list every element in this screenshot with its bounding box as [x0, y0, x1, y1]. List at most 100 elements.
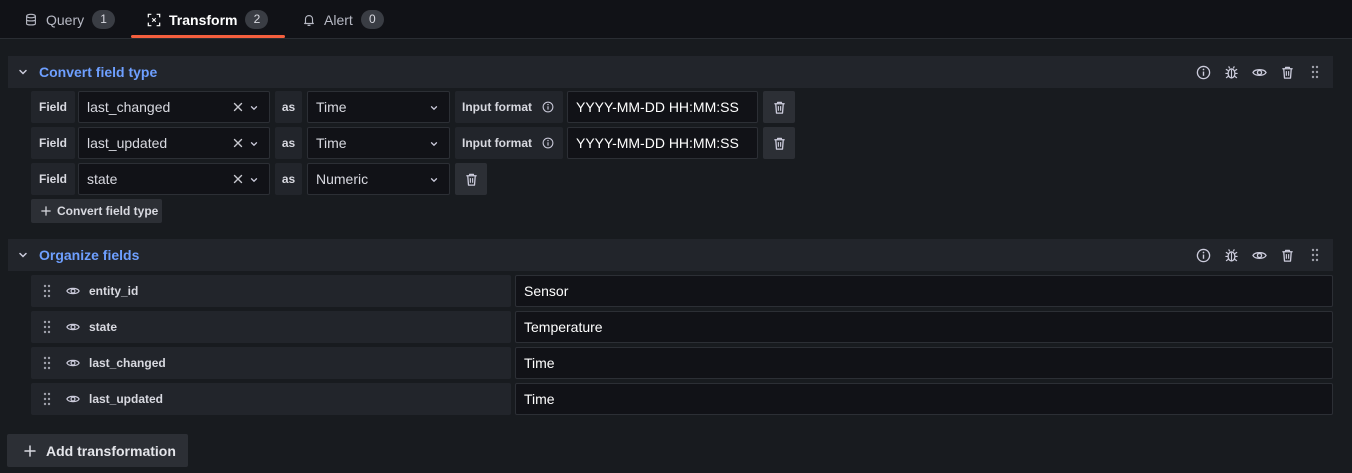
- field-name: state: [89, 320, 118, 334]
- eye-icon[interactable]: [66, 320, 80, 334]
- tab-transform[interactable]: Transform 2: [131, 0, 285, 39]
- chevron-down-icon[interactable]: [17, 249, 29, 261]
- tab-alert[interactable]: Alert 0: [302, 0, 384, 39]
- chevron-down-icon: [249, 175, 259, 185]
- add-convert-field-type-button[interactable]: Convert field type: [31, 199, 162, 223]
- rename-input[interactable]: Temperature: [515, 311, 1333, 343]
- delete-row-button[interactable]: [455, 163, 487, 195]
- trash-icon[interactable]: [1277, 245, 1297, 265]
- chevron-down-icon: [429, 175, 439, 185]
- eye-icon[interactable]: [1249, 62, 1269, 82]
- field-label: Field: [31, 91, 75, 123]
- tab-alert-count: 0: [360, 10, 384, 29]
- organize-field-row: entity_id Sensor: [31, 275, 1333, 307]
- tab-query[interactable]: Query 1: [24, 0, 116, 39]
- tab-transform-count: 2: [245, 10, 269, 29]
- type-select-value: Numeric: [316, 171, 369, 187]
- add-transformation-button[interactable]: Add transformation: [7, 434, 188, 467]
- tab-query-count: 1: [92, 10, 116, 29]
- chevron-down-icon[interactable]: [17, 66, 29, 78]
- plus-icon: [24, 445, 36, 457]
- convert-row: Field state as Numeric: [31, 163, 491, 195]
- field-item: entity_id: [31, 275, 511, 307]
- organize-field-row: last_changed Time: [31, 347, 1333, 379]
- clear-icon[interactable]: [233, 138, 243, 148]
- input-format-label: Input format: [455, 91, 563, 123]
- add-convert-field-type-label: Convert field type: [57, 204, 159, 218]
- chevron-down-icon: [249, 103, 259, 113]
- info-icon[interactable]: [1193, 62, 1213, 82]
- input-format-field[interactable]: YYYY-MM-DD HH:MM:SS: [567, 127, 758, 159]
- eye-icon[interactable]: [1249, 245, 1269, 265]
- as-label: as: [275, 163, 302, 195]
- field-item: last_changed: [31, 347, 511, 379]
- rename-input[interactable]: Sensor: [515, 275, 1333, 307]
- tab-alert-label: Alert: [324, 11, 353, 28]
- field-select[interactable]: state: [78, 163, 270, 195]
- convert-row: Field last_updated as Time Input format …: [31, 127, 801, 159]
- debug-icon[interactable]: [1221, 62, 1241, 82]
- type-select[interactable]: Time: [307, 91, 450, 123]
- field-select-value: last_changed: [87, 99, 171, 115]
- as-label: as: [275, 91, 302, 123]
- rename-input[interactable]: Time: [515, 383, 1333, 415]
- field-item: last_updated: [31, 383, 511, 415]
- info-icon[interactable]: [1193, 245, 1213, 265]
- as-label: as: [275, 127, 302, 159]
- organize-fields-header[interactable]: Organize fields: [8, 239, 1333, 271]
- delete-row-button[interactable]: [763, 127, 795, 159]
- field-name: entity_id: [89, 284, 139, 298]
- field-select-value: state: [87, 171, 118, 187]
- type-select[interactable]: Time: [307, 127, 450, 159]
- tab-transform-label: Transform: [169, 11, 238, 28]
- trash-icon[interactable]: [1277, 62, 1297, 82]
- drag-handle-icon[interactable]: [43, 320, 51, 334]
- bell-icon: [304, 14, 314, 26]
- type-select-value: Time: [316, 135, 347, 151]
- database-icon: [26, 13, 36, 25]
- transform-panel: Convert field type Field last_changed as…: [0, 39, 1352, 473]
- chevron-down-icon: [429, 139, 439, 149]
- drag-handle-icon[interactable]: [43, 356, 51, 370]
- eye-icon[interactable]: [66, 356, 80, 370]
- transform-icon: [147, 13, 161, 26]
- trash-icon: [772, 100, 787, 115]
- plus-icon: [41, 206, 51, 216]
- header-actions: [1193, 245, 1325, 265]
- tab-query-label: Query: [46, 11, 85, 28]
- convert-row: Field last_changed as Time Input format …: [31, 91, 801, 123]
- drag-handle-icon[interactable]: [1305, 245, 1325, 265]
- chevron-down-icon: [249, 139, 259, 149]
- input-format-field[interactable]: YYYY-MM-DD HH:MM:SS: [567, 91, 758, 123]
- organize-field-row: state Temperature: [31, 311, 1333, 343]
- type-select[interactable]: Numeric: [307, 163, 450, 195]
- field-name: last_updated: [89, 392, 164, 406]
- field-select[interactable]: last_updated: [78, 127, 270, 159]
- field-label: Field: [31, 127, 75, 159]
- add-transformation-label: Add transformation: [46, 442, 176, 459]
- drag-handle-icon[interactable]: [43, 392, 51, 406]
- field-label: Field: [31, 163, 75, 195]
- chevron-down-icon: [429, 103, 439, 113]
- input-format-label: Input format: [455, 127, 563, 159]
- field-item: state: [31, 311, 511, 343]
- trash-icon: [464, 172, 479, 187]
- convert-field-type-header[interactable]: Convert field type: [8, 56, 1333, 88]
- active-tab-indicator: [131, 35, 285, 38]
- eye-icon[interactable]: [66, 392, 80, 406]
- rename-input[interactable]: Time: [515, 347, 1333, 379]
- field-select[interactable]: last_changed: [78, 91, 270, 123]
- clear-icon[interactable]: [233, 174, 243, 184]
- section-title[interactable]: Convert field type: [39, 64, 157, 80]
- debug-icon[interactable]: [1221, 245, 1241, 265]
- section-title[interactable]: Organize fields: [39, 247, 139, 263]
- drag-handle-icon[interactable]: [1305, 62, 1325, 82]
- tab-bar: Query 1 Transform 2 Alert 0: [0, 0, 1352, 39]
- eye-icon[interactable]: [66, 284, 80, 298]
- clear-icon[interactable]: [233, 102, 243, 112]
- info-icon[interactable]: [542, 137, 554, 149]
- info-icon[interactable]: [542, 101, 554, 113]
- input-format-label-text: Input format: [462, 136, 532, 150]
- drag-handle-icon[interactable]: [43, 284, 51, 298]
- delete-row-button[interactable]: [763, 91, 795, 123]
